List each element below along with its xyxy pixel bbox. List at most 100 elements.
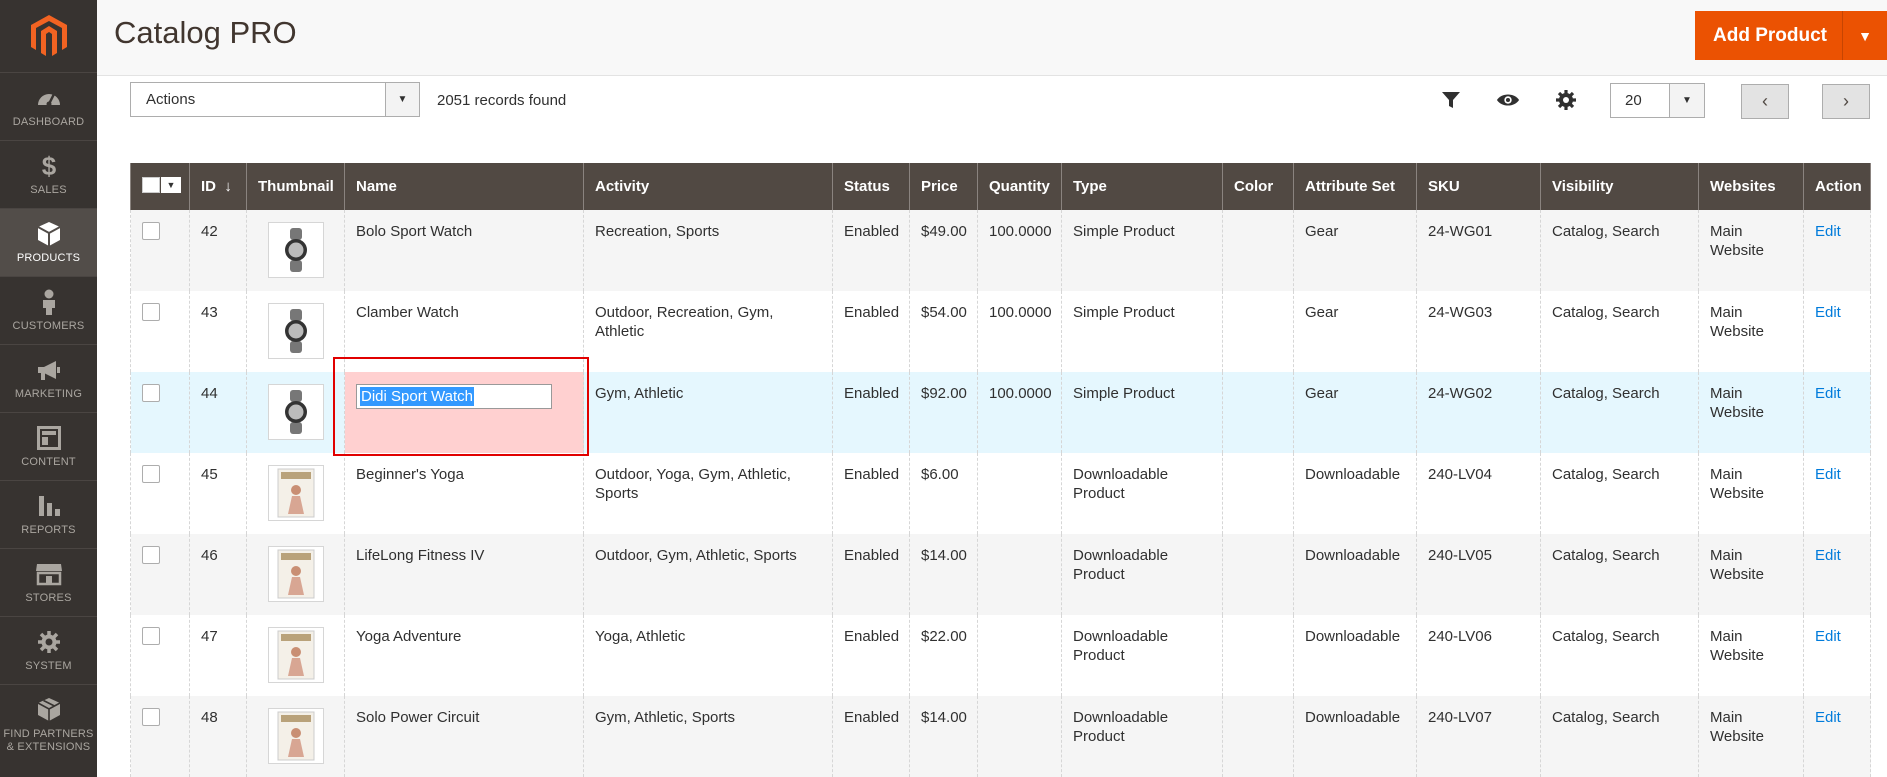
product-thumbnail[interactable] [268, 303, 324, 359]
cell-color[interactable] [1222, 291, 1294, 372]
cell-price[interactable]: $92.00 [909, 372, 978, 453]
column-header-attribute-set[interactable]: Attribute Set [1293, 163, 1417, 210]
table-row[interactable]: 48 Solo Power Circuit Gym, Athletic, Sport… [130, 696, 1871, 777]
mass-select-control[interactable]: ▼ [142, 176, 181, 193]
product-thumbnail[interactable] [268, 708, 324, 764]
cell-visibility[interactable]: Catalog, Search [1540, 453, 1699, 534]
cell-price[interactable]: $49.00 [909, 210, 978, 291]
cell-quantity[interactable]: 100.0000 [977, 291, 1062, 372]
sidebar-item-reports[interactable]: REPORTS [0, 480, 97, 548]
cell-name[interactable]: Beginner's Yoga [344, 453, 584, 534]
actions-dropdown-toggle[interactable]: ▼ [385, 83, 419, 116]
cell-quantity[interactable] [977, 534, 1062, 615]
add-product-button[interactable]: Add Product ▼ [1695, 11, 1887, 60]
cell-type[interactable]: Simple Product [1061, 372, 1223, 453]
cell-sku[interactable]: 240-LV07 [1416, 696, 1541, 777]
sidebar-item-stores[interactable]: STORES [0, 548, 97, 616]
add-product-label[interactable]: Add Product [1695, 11, 1843, 60]
magento-logo[interactable] [0, 0, 97, 72]
cell-visibility[interactable]: Catalog, Search [1540, 696, 1699, 777]
cell-attribute-set[interactable]: Downloadable [1293, 615, 1417, 696]
cell-visibility[interactable]: Catalog, Search [1540, 291, 1699, 372]
triangle-down-icon[interactable]: ▼ [161, 176, 181, 193]
cell-status[interactable]: Enabled [832, 615, 910, 696]
column-header-id[interactable]: ID ↓ [189, 163, 247, 210]
cell-activity[interactable]: Outdoor, Recreation, Gym, Athletic [583, 291, 833, 372]
name-inline-edit-input[interactable]: Didi Sport Watch [356, 384, 552, 409]
cell-attribute-set[interactable]: Downloadable [1293, 453, 1417, 534]
cell-attribute-set[interactable]: Downloadable [1293, 534, 1417, 615]
cell-price[interactable]: $54.00 [909, 291, 978, 372]
per-page-select[interactable]: 20 ▼ [1610, 83, 1705, 118]
edit-link[interactable]: Edit [1815, 223, 1841, 240]
cell-name[interactable]: Clamber Watch [344, 291, 584, 372]
cell-sku[interactable]: 24-WG01 [1416, 210, 1541, 291]
table-row[interactable]: 44 Didi Sport Watch Gym, Athletic Enabled $9… [130, 372, 1871, 453]
column-header-sku[interactable]: SKU [1416, 163, 1541, 210]
filter-button[interactable] [1439, 88, 1463, 112]
table-row[interactable]: 47 Yoga Adventure Yoga, Athletic Enabled $22… [130, 615, 1871, 696]
table-row[interactable]: 42 Bolo Sport Watch Recreation, Sports Enab… [130, 210, 1871, 291]
cell-color[interactable] [1222, 615, 1294, 696]
row-checkbox[interactable] [142, 465, 160, 483]
cell-websites[interactable]: Main Website [1698, 372, 1804, 453]
edit-link[interactable]: Edit [1815, 628, 1841, 645]
sidebar-item-content[interactable]: CONTENT [0, 412, 97, 480]
cell-visibility[interactable]: Catalog, Search [1540, 210, 1699, 291]
cell-color[interactable] [1222, 372, 1294, 453]
cell-quantity[interactable]: 100.0000 [977, 372, 1062, 453]
cell-websites[interactable]: Main Website [1698, 210, 1804, 291]
cell-price[interactable]: $14.00 [909, 534, 978, 615]
sidebar-item-marketing[interactable]: MARKETING [0, 344, 97, 412]
cell-visibility[interactable]: Catalog, Search [1540, 534, 1699, 615]
cell-sku[interactable]: 24-WG02 [1416, 372, 1541, 453]
cell-color[interactable] [1222, 696, 1294, 777]
column-header-type[interactable]: Type [1061, 163, 1223, 210]
cell-quantity[interactable] [977, 615, 1062, 696]
product-thumbnail[interactable] [268, 222, 324, 278]
edit-link[interactable]: Edit [1815, 709, 1841, 726]
table-row[interactable]: 46 LifeLong Fitness IV Outdoor, Gym, Athle… [130, 534, 1871, 615]
cell-quantity[interactable]: 100.0000 [977, 210, 1062, 291]
cell-status[interactable]: Enabled [832, 291, 910, 372]
product-thumbnail[interactable] [268, 384, 324, 440]
cell-name[interactable]: Bolo Sport Watch [344, 210, 584, 291]
cell-type[interactable]: Downloadable Product [1061, 453, 1223, 534]
cell-status[interactable]: Enabled [832, 453, 910, 534]
cell-type[interactable]: Downloadable Product [1061, 534, 1223, 615]
column-header-status[interactable]: Status [832, 163, 910, 210]
cell-visibility[interactable]: Catalog, Search [1540, 615, 1699, 696]
column-header-websites[interactable]: Websites [1698, 163, 1804, 210]
cell-activity[interactable]: Yoga, Athletic [583, 615, 833, 696]
cell-sku[interactable]: 240-LV06 [1416, 615, 1541, 696]
cell-websites[interactable]: Main Website [1698, 696, 1804, 777]
row-checkbox[interactable] [142, 627, 160, 645]
cell-websites[interactable]: Main Website [1698, 291, 1804, 372]
cell-activity[interactable]: Gym, Athletic, Sports [583, 696, 833, 777]
cell-price[interactable]: $14.00 [909, 696, 978, 777]
cell-attribute-set[interactable]: Gear [1293, 372, 1417, 453]
table-row[interactable]: 45 Beginner's Yoga Outdoor, Yoga, Gym, Ath… [130, 453, 1871, 534]
edit-link[interactable]: Edit [1815, 466, 1841, 483]
cell-status[interactable]: Enabled [832, 696, 910, 777]
cell-visibility[interactable]: Catalog, Search [1540, 372, 1699, 453]
add-product-dropdown-toggle[interactable]: ▼ [1843, 11, 1887, 60]
cell-color[interactable] [1222, 210, 1294, 291]
mass-select-checkbox[interactable] [142, 176, 160, 193]
column-header-visibility[interactable]: Visibility [1540, 163, 1699, 210]
column-header-quantity[interactable]: Quantity [977, 163, 1062, 210]
sidebar-item-sales[interactable]: $ SALES [0, 140, 97, 208]
cell-activity[interactable]: Outdoor, Yoga, Gym, Athletic, Sports [583, 453, 833, 534]
cell-activity[interactable]: Recreation, Sports [583, 210, 833, 291]
per-page-dropdown-toggle[interactable]: ▼ [1669, 84, 1704, 117]
sidebar-item-customers[interactable]: CUSTOMERS [0, 276, 97, 344]
cell-attribute-set[interactable]: Gear [1293, 210, 1417, 291]
cell-name[interactable]: Solo Power Circuit [344, 696, 584, 777]
product-thumbnail[interactable] [268, 546, 324, 602]
column-header-activity[interactable]: Activity [583, 163, 833, 210]
cell-price[interactable]: $6.00 [909, 453, 978, 534]
edit-link[interactable]: Edit [1815, 547, 1841, 564]
column-header-color[interactable]: Color [1222, 163, 1294, 210]
cell-type[interactable]: Simple Product [1061, 210, 1223, 291]
column-header-action[interactable]: Action [1803, 163, 1871, 210]
